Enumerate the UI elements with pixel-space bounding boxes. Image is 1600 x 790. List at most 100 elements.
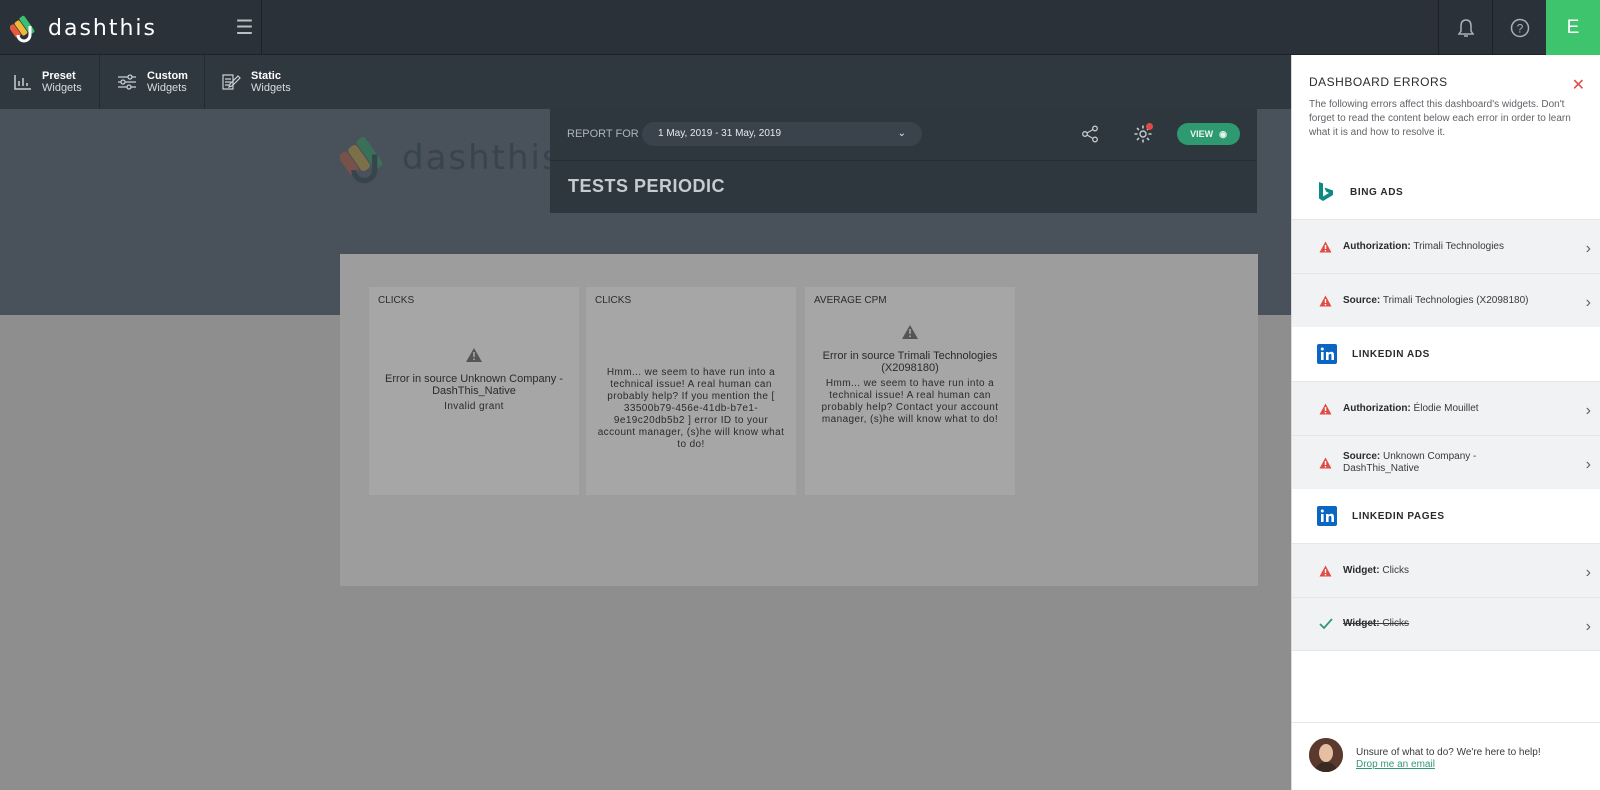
chevron-right-icon: › — [1585, 294, 1591, 311]
section-bing-ads: BING ADS — [1292, 165, 1600, 219]
section-linkedin-ads: LINKEDIN ADS — [1292, 327, 1600, 381]
menu-button[interactable]: ☰ — [228, 0, 262, 55]
error-row[interactable]: Widget: Clicks › — [1292, 543, 1600, 597]
row-label: Source: — [1343, 294, 1381, 306]
app-logo[interactable]: dashthis — [10, 12, 157, 44]
preset-subtitle: Widgets — [42, 82, 82, 94]
row-label: Widget: — [1343, 618, 1380, 629]
hamburger-icon: ☰ — [235, 17, 254, 39]
widget-card[interactable]: CLICKS Hmm... we seem to have run into a… — [586, 287, 796, 495]
support-avatar — [1309, 738, 1343, 772]
warning-icon — [1319, 403, 1333, 415]
widget-title: CLICKS — [595, 295, 632, 306]
dashthis-logo-icon — [10, 15, 35, 43]
section-linkedin-pages: LINKEDIN PAGES — [1292, 489, 1600, 543]
top-bar: dashthis ☰ ? E — [0, 0, 1600, 55]
widget-message: Hmm... we seem to have run into a techni… — [597, 367, 785, 450]
date-range-select[interactable]: 1 May, 2019 - 31 May, 2019 ⌄ — [642, 122, 922, 146]
settings-alert-dot — [1146, 123, 1153, 130]
email-link[interactable]: Drop me an email — [1356, 759, 1541, 771]
report-row: REPORT FOR 1 May, 2019 - 31 May, 2019 ⌄ … — [550, 109, 1257, 161]
chevron-right-icon: › — [1585, 402, 1591, 419]
static-subtitle: Widgets — [251, 82, 291, 94]
custom-subtitle: Widgets — [147, 82, 187, 94]
section-label: LINKEDIN ADS — [1352, 348, 1430, 360]
row-label: Widget: — [1343, 564, 1380, 576]
eye-icon: ◉ — [1219, 128, 1227, 139]
report-for-label: REPORT FOR — [567, 128, 639, 140]
linkedin-icon — [1317, 344, 1337, 364]
chevron-right-icon: › — [1585, 564, 1591, 581]
widget-error: Error in source Trimali Technologies (X2… — [822, 350, 998, 374]
preset-widgets-button[interactable]: Preset Widgets — [0, 55, 100, 109]
row-value: Trimali Technologies (X2098180) — [1382, 294, 1529, 306]
custom-title: Custom — [147, 70, 188, 82]
widget-message: Invalid grant — [444, 401, 504, 412]
dashthis-logo-icon — [340, 136, 383, 184]
bar-chart-icon — [14, 75, 31, 90]
warning-icon — [902, 325, 918, 339]
help-text: Unsure of what to do? We're here to help… — [1356, 747, 1541, 758]
row-value: Élodie Mouillet — [1413, 402, 1479, 414]
edit-doc-icon — [222, 74, 241, 90]
resolved-row[interactable]: Widget: Clicks › — [1292, 597, 1600, 651]
dashboard-content: CLICKS Error in source Unknown Company -… — [340, 254, 1258, 586]
row-label: Source: — [1343, 450, 1381, 462]
bing-icon — [1319, 182, 1333, 201]
error-row[interactable]: Authorization: Élodie Mouillet › — [1292, 381, 1600, 435]
error-row[interactable]: Authorization: Trimali Technologies › — [1292, 219, 1600, 273]
share-icon[interactable] — [1081, 125, 1099, 143]
logo-text: dashthis — [48, 15, 157, 41]
widget-card[interactable]: AVERAGE CPM Error in source Trimali Tech… — [805, 287, 1015, 495]
chevron-right-icon: › — [1585, 456, 1591, 473]
help-button[interactable]: ? — [1492, 0, 1546, 55]
notifications-button[interactable] — [1438, 0, 1492, 55]
static-title: Static — [251, 70, 281, 82]
bell-icon — [1457, 18, 1474, 37]
user-avatar-button[interactable]: E — [1546, 0, 1600, 55]
row-value: Clicks — [1382, 564, 1410, 576]
dashboard-logo: dashthis — [340, 130, 562, 186]
linkedin-icon — [1317, 506, 1337, 526]
widget-card[interactable]: CLICKS Error in source Unknown Company -… — [369, 287, 579, 495]
chevron-right-icon: › — [1585, 618, 1591, 635]
date-range-value: 1 May, 2019 - 31 May, 2019 — [658, 128, 782, 139]
warning-icon — [1319, 241, 1333, 253]
static-widgets-button[interactable]: Static Widgets — [205, 55, 310, 109]
dashboard-header-card: REPORT FOR 1 May, 2019 - 31 May, 2019 ⌄ … — [550, 109, 1257, 213]
section-label: BING ADS — [1350, 186, 1404, 198]
help-circle-icon: ? — [1510, 18, 1529, 37]
close-icon[interactable]: ✕ — [1572, 75, 1585, 95]
row-label: Authorization: — [1343, 402, 1411, 414]
row-value: Trimali Technologies — [1413, 240, 1504, 252]
custom-widgets-button[interactable]: Custom Widgets — [100, 55, 205, 109]
widget-message: Hmm... we seem to have run into a techni… — [821, 378, 999, 425]
view-button[interactable]: VIEW ◉ — [1177, 123, 1240, 145]
warning-icon — [1319, 295, 1333, 307]
widget-title: CLICKS — [378, 295, 415, 306]
panel-description: The following errors affect this dashboa… — [1309, 99, 1571, 138]
warning-icon — [1319, 565, 1333, 577]
svg-text:?: ? — [1516, 21, 1523, 35]
top-right-actions: ? E — [1438, 0, 1600, 55]
view-label: VIEW — [1190, 129, 1214, 139]
section-label: LINKEDIN PAGES — [1352, 510, 1445, 522]
dashboard-errors-panel: DASHBOARD ERRORS ✕ The following errors … — [1291, 55, 1600, 790]
row-value: Clicks — [1382, 618, 1410, 629]
error-row[interactable]: Source: Trimali Technologies (X2098180) … — [1292, 273, 1600, 327]
widget-toolbar: Preset Widgets Custom Widgets Static Widget… — [0, 55, 1291, 109]
checkmark-icon — [1319, 618, 1333, 630]
chevron-right-icon: › — [1585, 240, 1591, 257]
panel-title: DASHBOARD ERRORS — [1309, 75, 1448, 89]
panel-header: DASHBOARD ERRORS ✕ The following errors … — [1292, 55, 1600, 165]
dashboard-title: TESTS PERIODIC — [568, 176, 726, 196]
warning-icon — [1319, 457, 1333, 469]
chevron-down-icon: ⌄ — [897, 128, 906, 139]
sliders-icon — [118, 74, 136, 90]
widget-error: Error in source Unknown Company - DashTh… — [385, 373, 563, 397]
warning-icon — [466, 348, 482, 362]
preset-title: Preset — [42, 70, 76, 82]
error-row[interactable]: Source: Unknown Company - DashThis_Nativ… — [1292, 435, 1600, 489]
row-label: Authorization: — [1343, 240, 1411, 252]
help-footer: Unsure of what to do? We're here to help… — [1292, 722, 1600, 790]
